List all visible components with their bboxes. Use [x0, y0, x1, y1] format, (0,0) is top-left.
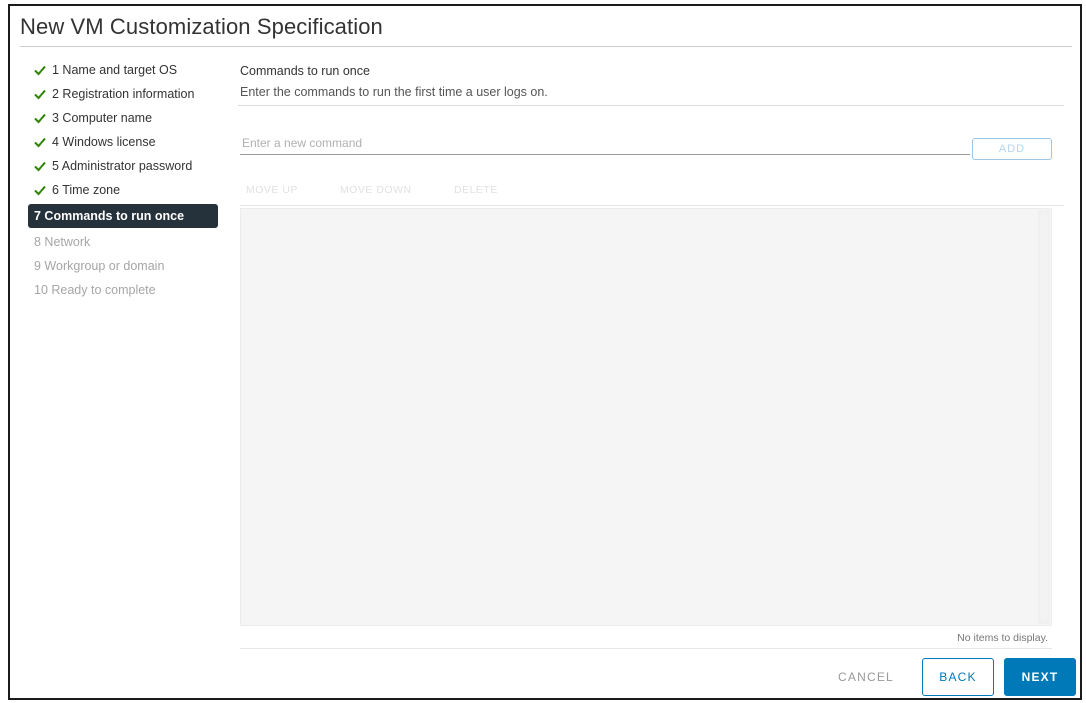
- move-down-button[interactable]: MOVE DOWN: [340, 184, 412, 196]
- move-up-button[interactable]: MOVE UP: [246, 184, 298, 196]
- back-button[interactable]: BACK: [922, 658, 994, 696]
- new-command-input[interactable]: [240, 132, 970, 155]
- step-label: 8 Network: [34, 235, 91, 249]
- step-label: 4 Windows license: [52, 135, 156, 149]
- toolbar-divider: [240, 205, 1064, 206]
- check-icon: [34, 184, 46, 196]
- step-commands-to-run-once[interactable]: 7 Commands to run once: [28, 204, 218, 228]
- check-icon: [34, 112, 46, 124]
- step-registration-information[interactable]: 2 Registration information: [28, 82, 228, 106]
- step-ready-to-complete: 10 Ready to complete: [28, 278, 228, 302]
- step-label: 9 Workgroup or domain: [34, 259, 165, 273]
- add-command-button[interactable]: ADD: [972, 138, 1052, 160]
- commands-grid[interactable]: [240, 208, 1052, 626]
- check-icon: [34, 88, 46, 100]
- step-label: 6 Time zone: [52, 183, 121, 197]
- step-label: 7 Commands to run once: [34, 209, 185, 223]
- dialog-title: New VM Customization Specification: [20, 14, 383, 39]
- grid-footer: No items to display.: [240, 626, 1052, 649]
- delete-button[interactable]: DELETE: [454, 184, 498, 196]
- step-label: 3 Computer name: [52, 111, 153, 125]
- check-icon: [34, 136, 46, 148]
- step-label: 5 Administrator password: [52, 159, 193, 173]
- section-description: Enter the commands to run the first time…: [240, 85, 548, 99]
- step-label: 1 Name and target OS: [52, 63, 178, 77]
- step-network: 8 Network: [28, 230, 228, 254]
- step-name-and-target-os[interactable]: 1 Name and target OS: [28, 58, 228, 82]
- grid-item-count: No items to display.: [957, 632, 1048, 644]
- step-content: Commands to run once Enter the commands …: [238, 58, 1064, 698]
- grid-scrollbar[interactable]: [1038, 210, 1050, 624]
- wizard-steps: 1 Name and target OS 2 Registration info…: [28, 58, 228, 302]
- section-title: Commands to run once: [240, 64, 370, 78]
- cancel-button[interactable]: CANCEL: [826, 658, 906, 696]
- check-icon: [34, 64, 46, 76]
- next-button[interactable]: NEXT: [1004, 658, 1076, 696]
- new-vm-customization-dialog: New VM Customization Specification 1 Nam…: [8, 4, 1082, 700]
- check-icon: [34, 160, 46, 172]
- step-time-zone[interactable]: 6 Time zone: [28, 178, 228, 202]
- grid-toolbar: MOVE UP MOVE DOWN DELETE: [240, 180, 1064, 206]
- step-administrator-password[interactable]: 5 Administrator password: [28, 154, 228, 178]
- scrollbar-thumb[interactable]: [1040, 214, 1048, 620]
- step-computer-name[interactable]: 3 Computer name: [28, 106, 228, 130]
- step-windows-license[interactable]: 4 Windows license: [28, 130, 228, 154]
- step-label: 2 Registration information: [52, 87, 195, 101]
- step-label: 10 Ready to complete: [34, 283, 156, 297]
- section-divider: [238, 105, 1064, 106]
- step-workgroup-or-domain: 9 Workgroup or domain: [28, 254, 228, 278]
- title-divider: [20, 46, 1072, 47]
